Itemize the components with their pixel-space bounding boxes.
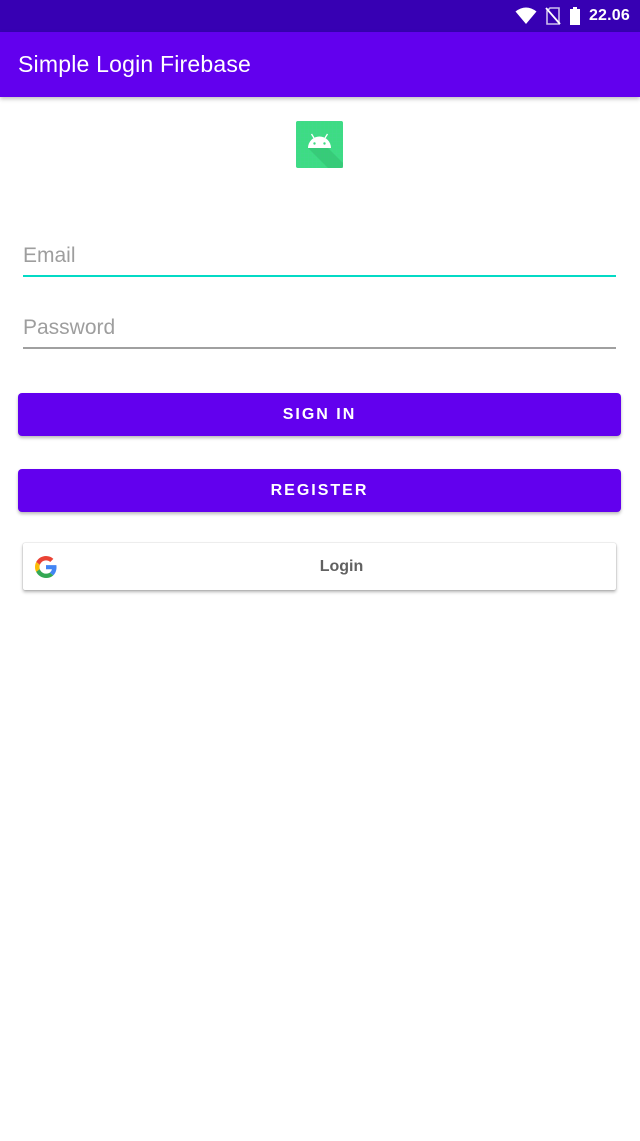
no-sim-icon xyxy=(545,7,561,25)
status-icons: 22.06 xyxy=(515,0,630,32)
app-title: Simple Login Firebase xyxy=(18,51,252,77)
password-field[interactable] xyxy=(23,309,616,347)
app-bar: Simple Login Firebase xyxy=(0,32,640,97)
wifi-icon xyxy=(515,7,537,24)
email-underline xyxy=(23,275,616,277)
status-time: 22.06 xyxy=(588,7,630,24)
register-button[interactable]: REGISTER xyxy=(18,469,621,512)
status-bar: 22.06 xyxy=(0,0,640,32)
email-field-container xyxy=(23,237,616,277)
email-field[interactable] xyxy=(23,237,616,275)
android-logo-icon xyxy=(296,121,343,168)
password-underline xyxy=(23,347,616,349)
google-login-button[interactable]: Login xyxy=(23,543,616,590)
password-field-container xyxy=(23,309,616,349)
battery-icon xyxy=(569,7,580,25)
sign-in-button[interactable]: SIGN IN xyxy=(18,393,621,436)
google-login-label: Login xyxy=(319,558,364,575)
